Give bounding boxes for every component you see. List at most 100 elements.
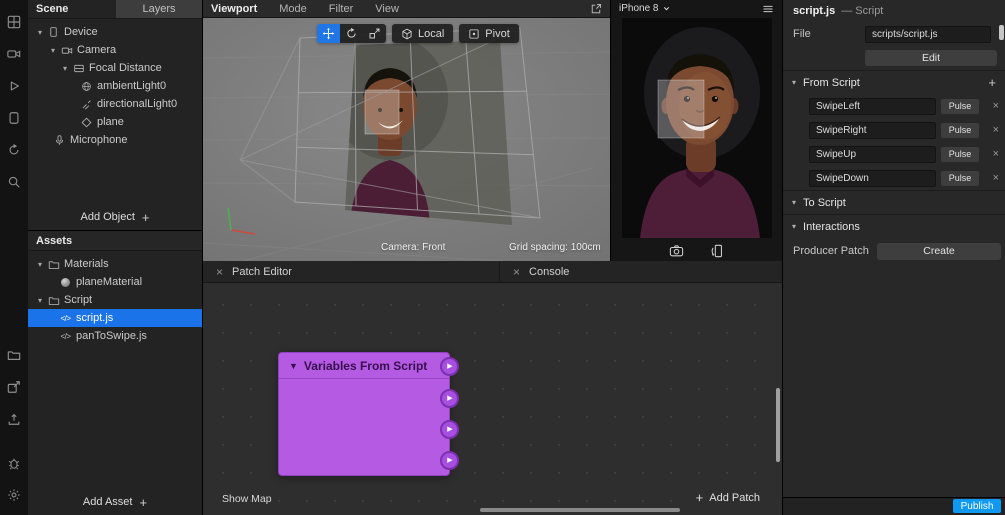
upload-icon[interactable] <box>1 403 27 435</box>
patch-output-port[interactable]: ▶ <box>440 450 459 470</box>
remove-variable-icon[interactable]: × <box>993 148 999 160</box>
inspector-scrollbar[interactable] <box>999 25 1004 40</box>
disclosure-triangle-icon[interactable]: ▾ <box>34 296 46 305</box>
local-dropdown[interactable]: Local <box>392 24 454 43</box>
interactions-section-header[interactable]: ▾ Interactions <box>783 214 1005 238</box>
close-icon[interactable]: × <box>216 265 223 279</box>
tree-item-device[interactable]: ▾ Device <box>28 23 202 41</box>
patch-vertical-scrollbar[interactable] <box>776 388 780 462</box>
disclosure-triangle-icon[interactable]: ▾ <box>34 28 46 37</box>
patch-output-port[interactable]: ▶ <box>440 419 459 439</box>
tree-item-focal-distance[interactable]: ▾ Focal Distance <box>28 59 202 77</box>
tab-layers[interactable]: Layers <box>116 0 202 18</box>
asset-item-script-js[interactable]: </> script.js <box>28 309 202 327</box>
settings-gear-icon[interactable] <box>1 479 27 511</box>
directional-light-icon <box>79 99 94 110</box>
variable-type-button[interactable]: Pulse <box>941 98 979 114</box>
rotate-device-icon[interactable] <box>710 244 725 258</box>
variable-name-input[interactable]: SwipeLeft <box>809 97 936 115</box>
add-patch-label: Add Patch <box>709 491 760 504</box>
variable-name-input[interactable]: SwipeRight <box>809 121 936 139</box>
plus-icon: + <box>141 209 150 225</box>
plus-icon: + <box>139 494 148 510</box>
remove-variable-icon[interactable]: × <box>993 124 999 136</box>
popout-icon[interactable] <box>590 3 602 15</box>
section-triangle-icon[interactable]: ▾ <box>792 222 796 231</box>
node-header[interactable]: ▼ Variables From Script <box>279 353 449 379</box>
tree-item-plane[interactable]: plane <box>28 113 202 131</box>
add-object-button[interactable]: Add Object + <box>28 204 202 230</box>
simulator-camera-icon[interactable] <box>669 244 684 258</box>
tree-item-microphone[interactable]: Microphone <box>28 131 202 149</box>
apps-icon[interactable] <box>1 6 27 38</box>
show-map-button[interactable]: Show Map <box>222 493 272 505</box>
patch-output-port[interactable]: ▶ <box>440 356 459 376</box>
add-patch-button[interactable]: + Add Patch <box>696 490 760 505</box>
asset-item-plane-material[interactable]: planeMaterial <box>28 273 202 291</box>
assets-icon[interactable] <box>1 339 27 371</box>
menu-filter[interactable]: Filter <box>329 3 353 15</box>
variable-type-button[interactable]: Pulse <box>941 170 979 186</box>
tree-item-label: Focal Distance <box>89 62 162 74</box>
search-icon[interactable] <box>1 166 27 198</box>
menu-mode[interactable]: Mode <box>279 3 307 15</box>
to-script-section-header[interactable]: ▾ To Script <box>783 190 1005 214</box>
simulator-panel: iPhone 8 <box>610 0 782 261</box>
disclosure-triangle-icon[interactable]: ▾ <box>34 260 46 269</box>
create-button[interactable]: Create <box>877 242 1001 260</box>
patch-output-port[interactable]: ▶ <box>440 388 459 408</box>
variable-type-button[interactable]: Pulse <box>941 146 979 162</box>
disclosure-triangle-icon[interactable]: ▾ <box>59 64 71 73</box>
file-path-input[interactable]: scripts/script.js <box>865 25 991 43</box>
chevron-down-icon[interactable] <box>662 4 671 13</box>
tab-console[interactable]: × Console <box>500 261 582 282</box>
from-script-section-header[interactable]: ▾ From Script + <box>783 70 1005 94</box>
close-icon[interactable]: × <box>513 265 520 279</box>
assets-tree: ▾ Materials planeMaterial ▾ Script </> s… <box>28 251 202 345</box>
disclosure-triangle-icon[interactable]: ▾ <box>47 46 59 55</box>
remove-variable-icon[interactable]: × <box>993 100 999 112</box>
asset-item-script-folder[interactable]: ▾ Script <box>28 291 202 309</box>
viewport-canvas[interactable]: Local Pivot Camera: Front Grid spacing: … <box>203 18 610 261</box>
pivot-dropdown[interactable]: Pivot <box>459 24 519 43</box>
tree-item-directional-light[interactable]: directionalLight0 <box>28 95 202 113</box>
variable-row: SwipeDown Pulse × <box>783 166 1005 190</box>
play-icon[interactable] <box>1 70 27 102</box>
asset-item-materials[interactable]: ▾ Materials <box>28 255 202 273</box>
inspector-footer: Publish <box>783 497 1005 515</box>
variable-name-input[interactable]: SwipeDown <box>809 169 936 187</box>
patch-horizontal-scrollbar[interactable] <box>480 508 680 512</box>
publish-button[interactable]: Publish <box>953 499 1001 513</box>
debug-icon[interactable] <box>1 447 27 479</box>
section-triangle-icon[interactable]: ▾ <box>792 78 796 87</box>
tab-scene[interactable]: Scene <box>28 0 116 18</box>
rotate-tool-button[interactable] <box>340 24 363 43</box>
hamburger-menu-icon[interactable] <box>762 3 774 15</box>
collapse-triangle-icon[interactable]: ▼ <box>289 361 298 371</box>
spark-ar-studio-window: Scene Layers ▾ Device ▾ Camera ▾ Focal D <box>0 0 1005 515</box>
tree-item-ambient-light[interactable]: ambientLight0 <box>28 77 202 95</box>
simulator-screen[interactable] <box>622 18 772 238</box>
patch-graph-canvas[interactable]: ▼ Variables From Script ▶ ▶ ▶ ▶ Show Map… <box>203 283 782 515</box>
variable-type-button[interactable]: Pulse <box>941 122 979 138</box>
remove-variable-icon[interactable]: × <box>993 172 999 184</box>
export-icon[interactable] <box>1 371 27 403</box>
camera-icon[interactable] <box>1 38 27 70</box>
move-tool-button[interactable] <box>317 24 340 43</box>
menu-viewport[interactable]: Viewport <box>211 3 257 15</box>
add-variable-button[interactable]: + <box>988 75 996 90</box>
tab-patch-editor[interactable]: × Patch Editor <box>203 261 500 282</box>
variables-from-script-node[interactable]: ▼ Variables From Script ▶ ▶ ▶ ▶ <box>278 352 459 476</box>
device-selector[interactable]: iPhone 8 <box>619 3 658 14</box>
local-label: Local <box>418 27 445 40</box>
asset-item-pantoswipe-js[interactable]: </> panToSwipe.js <box>28 327 202 345</box>
menu-view[interactable]: View <box>375 3 399 15</box>
edit-button[interactable]: Edit <box>865 50 997 66</box>
device-icon[interactable] <box>1 102 27 134</box>
section-triangle-icon[interactable]: ▾ <box>792 198 796 207</box>
variable-name-input[interactable]: SwipeUp <box>809 145 936 163</box>
tree-item-camera[interactable]: ▾ Camera <box>28 41 202 59</box>
sync-icon[interactable] <box>1 134 27 166</box>
add-asset-button[interactable]: Add Asset + <box>28 489 202 515</box>
scale-tool-button[interactable] <box>363 24 386 43</box>
